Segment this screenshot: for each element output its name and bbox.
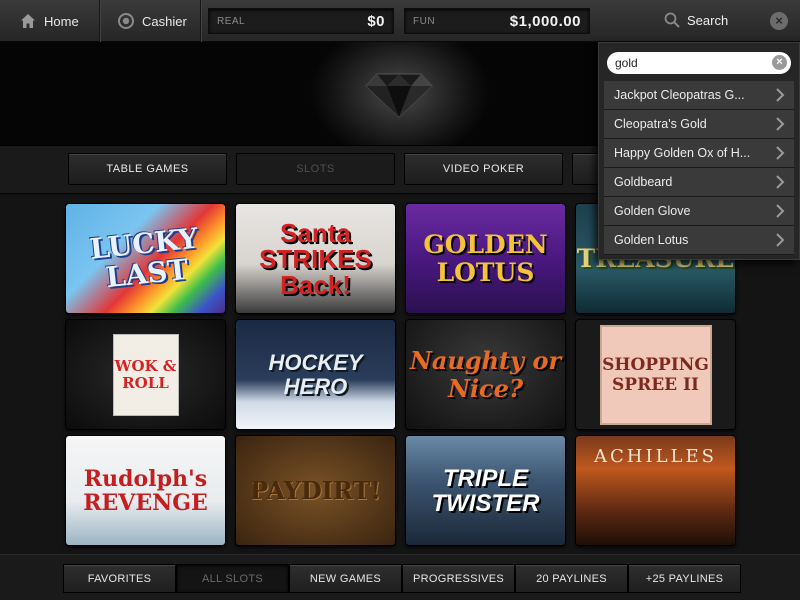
- cashier-icon: [118, 13, 134, 29]
- search-button[interactable]: Search: [664, 12, 728, 28]
- chevron-right-icon: [776, 175, 785, 189]
- search-results: Jackpot Cleopatras G... Cleopatra's Gold…: [604, 81, 794, 255]
- top-bar: Home Cashier REAL $0 FUN $1,000.00 Searc…: [0, 0, 800, 42]
- search-result-item[interactable]: Golden Lotus: [604, 226, 794, 255]
- tab-slots[interactable]: SLOTS: [236, 153, 395, 185]
- tab-table-games[interactable]: TABLE GAMES: [68, 153, 227, 185]
- game-title: Rudolph's REVENGE: [83, 465, 208, 516]
- game-tile[interactable]: Santa STRIKES Back!: [236, 204, 395, 313]
- filter-25-paylines[interactable]: +25 PAYLINES: [628, 564, 741, 593]
- close-icon[interactable]: ×: [770, 12, 788, 30]
- game-tile[interactable]: GOLDEN LOTUS: [406, 204, 565, 313]
- game-title: Santa STRIKES Back!: [259, 217, 372, 300]
- search-result-item[interactable]: Cleopatra's Gold: [604, 110, 794, 139]
- filter-label: ALL SLOTS: [202, 572, 263, 585]
- search-label: Search: [687, 12, 729, 28]
- search-icon: [664, 12, 680, 28]
- filter-label: NEW GAMES: [309, 572, 382, 585]
- tab-label: TABLE GAMES: [106, 163, 189, 175]
- game-tile[interactable]: Naughty or Nice?: [406, 320, 565, 429]
- filter-all-slots[interactable]: ALL SLOTS: [176, 564, 289, 593]
- game-tile[interactable]: SHOPPING SPREE II: [576, 320, 735, 429]
- filter-label: FAVORITES: [87, 572, 152, 585]
- tab-label: VIDEO POKER: [442, 163, 525, 175]
- result-label: Golden Glove: [614, 204, 691, 218]
- game-tile[interactable]: Rudolph's REVENGE: [66, 436, 225, 545]
- cashier-button[interactable]: Cashier: [101, 0, 201, 42]
- result-label: Goldbeard: [614, 175, 673, 189]
- game-title: LUCKY LAST: [88, 221, 200, 294]
- search-result-item[interactable]: Goldbeard: [604, 168, 794, 197]
- cashier-label: Cashier: [142, 13, 187, 29]
- home-label: Home: [44, 13, 79, 29]
- filter-progressives[interactable]: PROGRESSIVES: [402, 564, 515, 593]
- game-title: WOK & ROLL: [114, 356, 177, 392]
- search-field: ×: [607, 52, 791, 74]
- filter-label: PROGRESSIVES: [412, 572, 504, 585]
- game-title: GOLDEN LOTUS: [423, 229, 548, 287]
- filter-label: +25 PAYLINES: [645, 572, 724, 585]
- tab-label: SLOTS: [296, 163, 335, 175]
- chevron-right-icon: [776, 117, 785, 131]
- fun-balance: FUN $1,000.00: [404, 8, 590, 34]
- result-label: Jackpot Cleopatras G...: [614, 88, 745, 102]
- real-balance-label: REAL: [217, 15, 246, 27]
- game-title: SHOPPING SPREE II: [602, 354, 709, 395]
- filter-new-games[interactable]: NEW GAMES: [289, 564, 402, 593]
- chevron-right-icon: [776, 146, 785, 160]
- filter-bar: FAVORITES ALL SLOTS NEW GAMES PROGRESSIV…: [0, 554, 800, 600]
- game-tile[interactable]: HOCKEY HERO: [236, 320, 395, 429]
- real-balance: REAL $0: [208, 8, 394, 34]
- diamond-logo-icon: [365, 73, 433, 118]
- shopping-sign: SHOPPING SPREE II: [599, 324, 712, 425]
- chevron-right-icon: [776, 88, 785, 102]
- real-balance-value: $0: [367, 12, 385, 30]
- result-label: Golden Lotus: [614, 233, 689, 247]
- game-tile[interactable]: PAYDIRT!: [236, 436, 395, 545]
- search-result-item[interactable]: Jackpot Cleopatras G...: [604, 81, 794, 110]
- fun-balance-value: $1,000.00: [509, 12, 581, 30]
- takeout-box: WOK & ROLL: [112, 333, 179, 416]
- game-title: TRIPLE TWISTER: [431, 464, 540, 517]
- game-title: Naughty or Nice?: [409, 345, 562, 403]
- fun-balance-label: FUN: [413, 15, 436, 27]
- game-tile[interactable]: TRIPLE TWISTER: [406, 436, 565, 545]
- chevron-right-icon: [776, 233, 785, 247]
- search-input[interactable]: [615, 55, 765, 71]
- clear-icon[interactable]: ×: [772, 55, 787, 70]
- game-tile[interactable]: WOK & ROLL: [66, 320, 225, 429]
- search-result-item[interactable]: Golden Glove: [604, 197, 794, 226]
- home-icon: [21, 14, 35, 28]
- filter-20-paylines[interactable]: 20 PAYLINES: [515, 564, 628, 593]
- search-result-item[interactable]: Happy Golden Ox of H...: [604, 139, 794, 168]
- game-tile[interactable]: ACHILLES: [576, 436, 735, 545]
- result-label: Cleopatra's Gold: [614, 117, 707, 131]
- game-tile[interactable]: LUCKY LAST: [66, 204, 225, 313]
- tab-video-poker[interactable]: VIDEO POKER: [404, 153, 563, 185]
- search-panel: × Jackpot Cleopatras G... Cleopatra's Go…: [598, 42, 800, 260]
- result-label: Happy Golden Ox of H...: [614, 146, 751, 160]
- game-title: HOCKEY HERO: [268, 349, 363, 399]
- filter-label: 20 PAYLINES: [536, 572, 607, 585]
- chevron-right-icon: [776, 204, 785, 218]
- game-title: PAYDIRT!: [250, 476, 381, 505]
- home-button[interactable]: Home: [0, 0, 100, 42]
- filter-favorites[interactable]: FAVORITES: [63, 564, 176, 593]
- game-title: ACHILLES: [594, 446, 717, 467]
